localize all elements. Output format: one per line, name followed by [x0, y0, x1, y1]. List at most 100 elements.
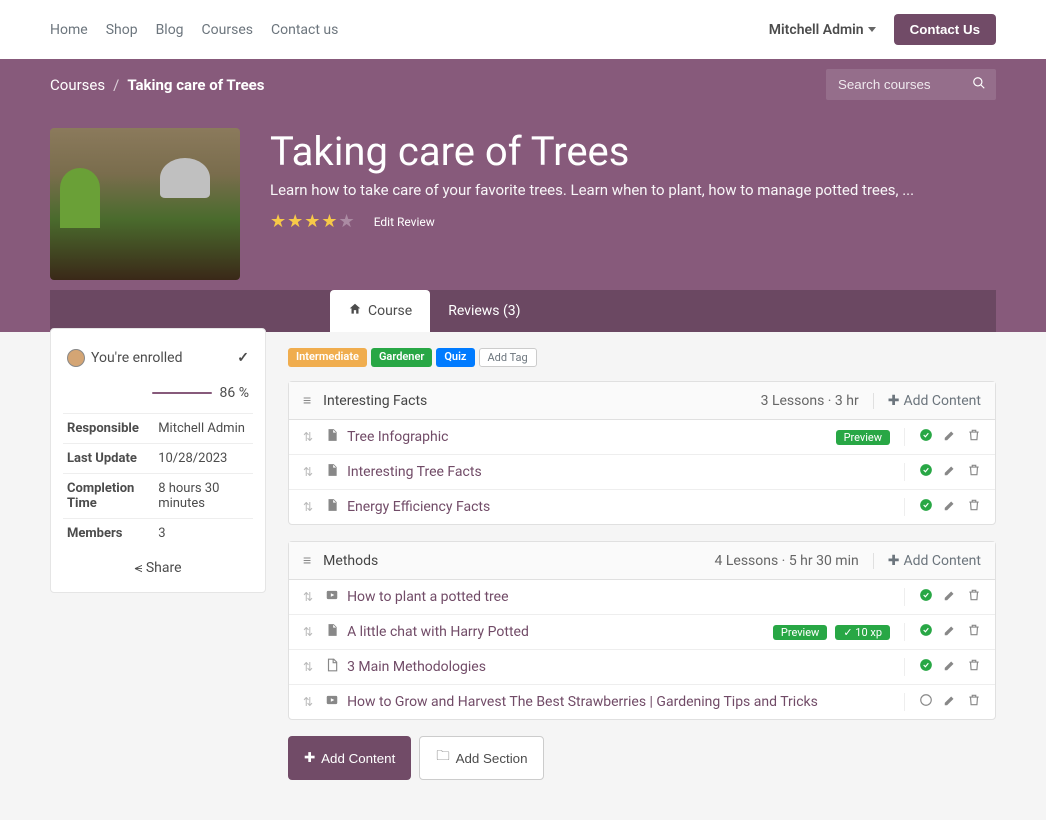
preview-badge: Preview	[836, 430, 890, 445]
drag-handle-icon[interactable]: ⇅	[303, 500, 313, 514]
section-meta: 4 Lessons · 5 hr 30 min	[715, 553, 859, 569]
course-content: Intermediate Gardener Quiz Add Tag ≡ Int…	[288, 348, 996, 780]
tag-quiz[interactable]: Quiz	[436, 348, 474, 367]
meta-update-value: 10/28/2023	[154, 444, 253, 474]
chevron-down-icon	[868, 27, 876, 32]
edit-icon[interactable]	[943, 428, 957, 446]
video-icon	[325, 588, 339, 606]
drag-handle-icon[interactable]: ⇅	[303, 625, 313, 639]
rating-stars: ★★★★★	[270, 211, 356, 232]
nav-shop[interactable]: Shop	[106, 22, 138, 38]
tag-intermediate[interactable]: Intermediate	[288, 348, 367, 367]
tab-course[interactable]: Course	[330, 290, 430, 332]
tab-bar: Course Reviews (3)	[50, 290, 996, 332]
trash-icon[interactable]	[967, 588, 981, 606]
section-title: Interesting Facts	[323, 393, 427, 409]
course-description: Learn how to take care of your favorite …	[270, 181, 996, 199]
trash-icon[interactable]	[967, 658, 981, 676]
xp-badge: ✓ 10 xp	[835, 625, 890, 640]
done-icon	[919, 588, 933, 606]
edit-icon[interactable]	[943, 693, 957, 711]
tag-gardener[interactable]: Gardener	[371, 348, 432, 367]
home-icon	[348, 302, 362, 320]
done-icon	[919, 658, 933, 676]
top-nav: Home Shop Blog Courses Contact us Mitche…	[0, 0, 1046, 59]
lesson-row: ⇅ Energy Efficiency Facts	[289, 490, 995, 524]
add-section-label: Add Section	[456, 751, 528, 766]
course-title: Taking care of Trees	[270, 128, 996, 175]
section-add-content[interactable]: ✚ Add Content	[873, 393, 981, 409]
breadcrumb-root[interactable]: Courses	[50, 76, 105, 94]
lesson-title[interactable]: Interesting Tree Facts	[347, 464, 482, 480]
drag-handle-icon[interactable]: ⇅	[303, 695, 313, 709]
trash-icon[interactable]	[967, 428, 981, 446]
user-menu[interactable]: Mitchell Admin	[769, 22, 876, 38]
nav-contact[interactable]: Contact us	[271, 22, 338, 38]
lesson-title[interactable]: How to plant a potted tree	[347, 589, 508, 605]
search-icon[interactable]	[972, 76, 986, 94]
meta-members-label: Members	[63, 519, 154, 549]
meta-update-label: Last Update	[63, 444, 154, 474]
share-icon: ⪪	[134, 560, 142, 576]
lesson-title[interactable]: Tree Infographic	[347, 429, 448, 445]
breadcrumb-sep: /	[113, 76, 119, 94]
lesson-row: ⇅ How to plant a potted tree	[289, 580, 995, 615]
progress-bar	[152, 392, 212, 394]
add-content-label: Add Content	[903, 393, 981, 409]
nav-courses[interactable]: Courses	[202, 22, 253, 38]
add-content-button[interactable]: ✚ Add Content	[288, 736, 411, 780]
edit-icon[interactable]	[943, 463, 957, 481]
done-icon	[919, 498, 933, 516]
search-input[interactable]	[826, 69, 996, 100]
lesson-row: ⇅ Interesting Tree Facts	[289, 455, 995, 490]
course-sidebar: You're enrolled ✓ 86 % ResponsibleMitche…	[50, 328, 266, 593]
tab-reviews[interactable]: Reviews (3)	[430, 290, 538, 332]
trash-icon[interactable]	[967, 498, 981, 516]
done-icon	[919, 463, 933, 481]
tab-course-label: Course	[368, 303, 412, 319]
done-icon	[919, 623, 933, 641]
trash-icon[interactable]	[967, 693, 981, 711]
edit-review-link[interactable]: Edit Review	[374, 215, 435, 229]
lesson-row: ⇅ Tree Infographic Preview	[289, 420, 995, 455]
trash-icon[interactable]	[967, 463, 981, 481]
edit-icon[interactable]	[943, 623, 957, 641]
nav-home[interactable]: Home	[50, 22, 88, 38]
progress-percent: 86 %	[220, 385, 249, 401]
drag-handle-icon[interactable]: ⇅	[303, 465, 313, 479]
breadcrumb-current: Taking care of Trees	[127, 76, 264, 94]
nav-blog[interactable]: Blog	[156, 22, 184, 38]
doc-icon	[325, 463, 339, 481]
drag-handle-icon[interactable]: ⇅	[303, 660, 313, 674]
drag-handle-icon[interactable]: ≡	[303, 552, 311, 569]
check-icon: ✓	[237, 350, 249, 366]
add-content-label: Add Content	[903, 553, 981, 569]
section-meta: 3 Lessons · 3 hr	[761, 393, 859, 409]
lesson-row: ⇅ A little chat with Harry Potted Previe…	[289, 615, 995, 650]
user-name: Mitchell Admin	[769, 22, 864, 38]
course-thumbnail	[50, 128, 240, 280]
pending-icon	[919, 693, 933, 711]
enrolled-label: You're enrolled	[91, 350, 183, 366]
lesson-title[interactable]: 3 Main Methodologies	[347, 659, 486, 675]
drag-handle-icon[interactable]: ⇅	[303, 590, 313, 604]
drag-handle-icon[interactable]: ⇅	[303, 430, 313, 444]
share-button[interactable]: ⪪ Share	[63, 548, 253, 580]
lesson-title[interactable]: Energy Efficiency Facts	[347, 499, 490, 515]
add-tag-button[interactable]: Add Tag	[479, 348, 537, 367]
doc-icon	[325, 428, 339, 446]
trash-icon[interactable]	[967, 623, 981, 641]
lesson-title[interactable]: A little chat with Harry Potted	[347, 624, 529, 640]
avatar	[67, 349, 85, 367]
edit-icon[interactable]	[943, 658, 957, 676]
course-hero: Taking care of Trees Learn how to take c…	[0, 110, 1046, 332]
video-icon	[325, 693, 339, 711]
drag-handle-icon[interactable]: ≡	[303, 392, 311, 409]
contact-us-button[interactable]: Contact Us	[894, 14, 996, 45]
edit-icon[interactable]	[943, 498, 957, 516]
lesson-title[interactable]: How to Grow and Harvest The Best Strawbe…	[347, 694, 818, 710]
section-add-content[interactable]: ✚ Add Content	[873, 553, 981, 569]
add-section-button[interactable]: 🗀 Add Section	[419, 736, 544, 780]
edit-icon[interactable]	[943, 588, 957, 606]
meta-completion-value: 8 hours 30 minutes	[154, 474, 253, 519]
